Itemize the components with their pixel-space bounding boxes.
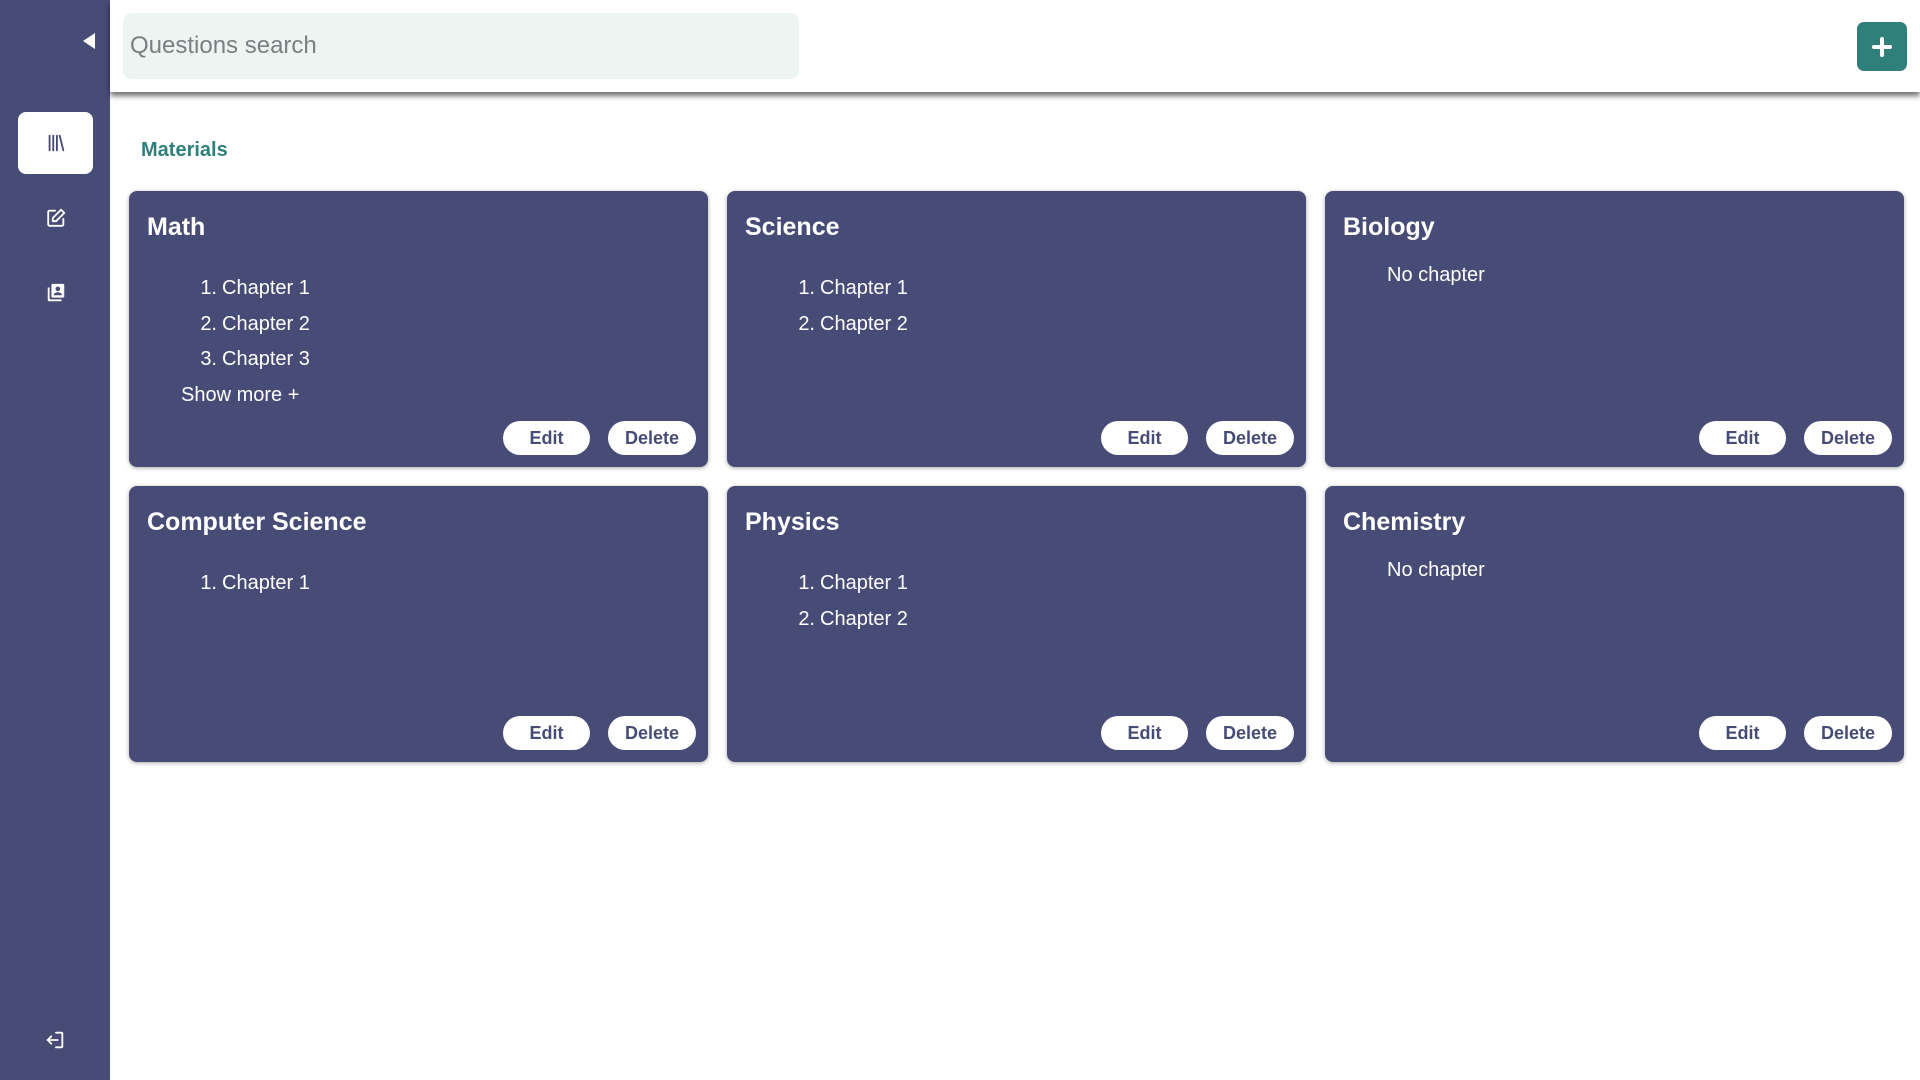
chapter-item[interactable]: 1. Chapter 1 [779, 566, 908, 602]
empty-chapters-text: No chapter [1387, 264, 1485, 286]
card-actions: Edit Delete [503, 716, 696, 750]
delete-button[interactable]: Delete [608, 716, 696, 750]
material-card-computer-science: Computer Science 1. Chapter 1 Edit Delete [129, 486, 708, 762]
sidebar-item-edit[interactable] [18, 187, 93, 249]
chapter-item[interactable]: 2. Chapter 2 [779, 307, 908, 343]
card-actions: Edit Delete [1699, 716, 1892, 750]
caret-left-icon [83, 33, 95, 49]
profile-card-icon [47, 283, 64, 302]
show-more-item: Show more + [181, 378, 310, 414]
delete-button[interactable]: Delete [1804, 716, 1892, 750]
edit-button[interactable]: Edit [1699, 421, 1786, 455]
card-actions: Edit Delete [503, 421, 696, 455]
library-icon [48, 134, 64, 152]
edit-button[interactable]: Edit [503, 421, 590, 455]
card-actions: Edit Delete [1101, 716, 1294, 750]
edit-button[interactable]: Edit [1101, 716, 1188, 750]
add-material-button[interactable] [1857, 22, 1907, 71]
materials-grid: Math 1. Chapter 1 2. Chapter 2 3. Chapter 3… [129, 191, 1904, 762]
plus-icon [1872, 36, 1892, 57]
chapter-list: 1. Chapter 1 [181, 566, 310, 602]
sidebar-item-library[interactable] [18, 112, 93, 174]
section-title: Materials [141, 139, 228, 161]
material-card-chemistry: Chemistry No chapter Edit Delete [1325, 486, 1904, 762]
card-title: Chemistry [1343, 508, 1466, 536]
chapter-list: 1. Chapter 1 2. Chapter 2 3. Chapter 3 Show… [181, 271, 310, 413]
material-card-biology: Biology No chapter Edit Delete [1325, 191, 1904, 467]
questions-search-input[interactable] [123, 13, 799, 79]
material-card-physics: Physics 1. Chapter 1 2. Chapter 2 Edit Del… [727, 486, 1306, 762]
show-more-link[interactable]: Show more + [181, 384, 299, 406]
main-content: Materials Math 1. Chapter 1 2. Chapter 2 3… [110, 92, 1920, 1080]
collapse-sidebar-button[interactable] [78, 30, 100, 52]
chapter-item[interactable]: 1. Chapter 1 [181, 271, 310, 307]
chapter-list: 1. Chapter 1 2. Chapter 2 [779, 566, 908, 637]
delete-button[interactable]: Delete [1206, 716, 1294, 750]
card-title: Science [745, 213, 840, 241]
chapter-list: 1. Chapter 1 2. Chapter 2 [779, 271, 908, 342]
edit-button[interactable]: Edit [1699, 716, 1786, 750]
chapter-item[interactable]: 1. Chapter 1 [181, 566, 310, 602]
card-title: Computer Science [147, 508, 367, 536]
chapter-item[interactable]: 2. Chapter 2 [779, 602, 908, 638]
sidebar [0, 0, 110, 1080]
delete-button[interactable]: Delete [1206, 421, 1294, 455]
card-title: Physics [745, 508, 840, 536]
edit-button[interactable]: Edit [1101, 421, 1188, 455]
empty-chapters-text: No chapter [1387, 559, 1485, 581]
delete-button[interactable]: Delete [1804, 421, 1892, 455]
edit-button[interactable]: Edit [503, 716, 590, 750]
material-card-science: Science 1. Chapter 1 2. Chapter 2 Edit Del… [727, 191, 1306, 467]
logout-button[interactable] [42, 1027, 68, 1053]
card-title: Biology [1343, 213, 1435, 241]
chapter-item[interactable]: 2. Chapter 2 [181, 307, 310, 343]
card-actions: Edit Delete [1699, 421, 1892, 455]
sidebar-item-profile[interactable] [18, 262, 93, 324]
card-title: Math [147, 213, 206, 241]
delete-button[interactable]: Delete [608, 421, 696, 455]
material-card-math: Math 1. Chapter 1 2. Chapter 2 3. Chapter 3… [129, 191, 708, 467]
chapter-item[interactable]: 1. Chapter 1 [779, 271, 908, 307]
chapter-item[interactable]: 3. Chapter 3 [181, 342, 310, 378]
edit-icon [46, 208, 65, 227]
top-bar [110, 0, 1920, 92]
logout-icon [46, 1031, 64, 1049]
card-actions: Edit Delete [1101, 421, 1294, 455]
